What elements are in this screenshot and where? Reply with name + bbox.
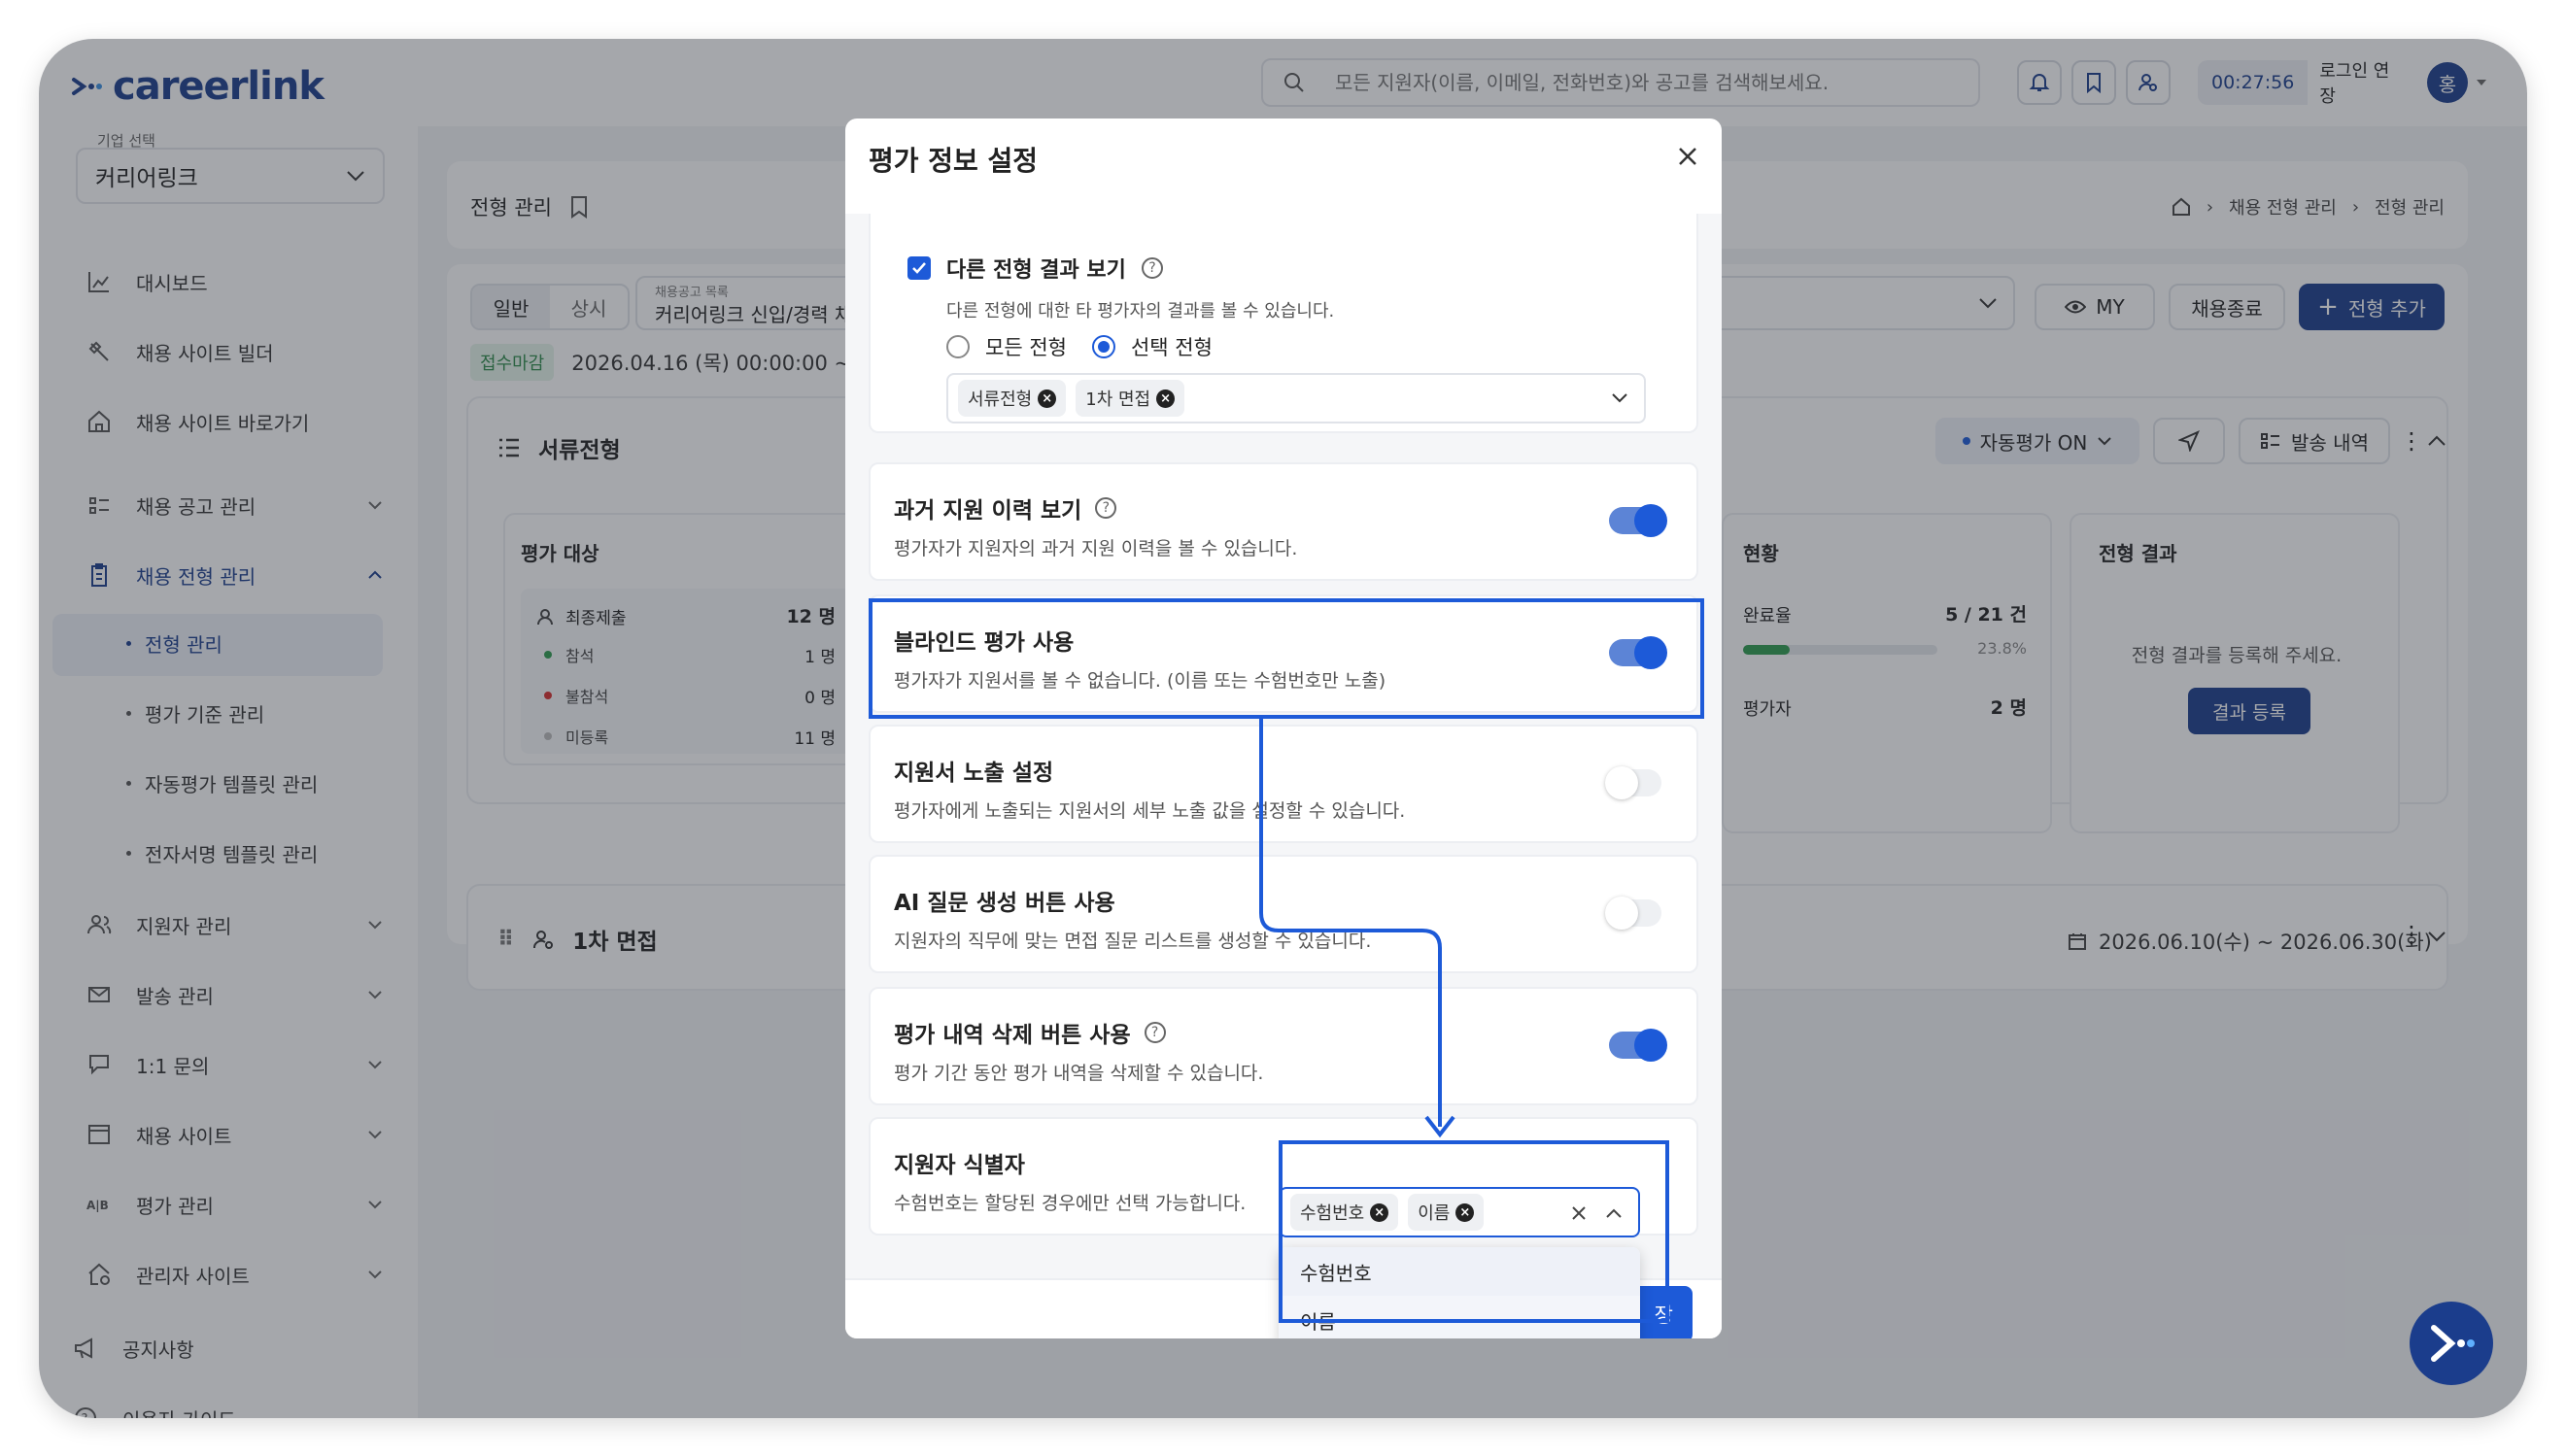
highlight-blind-eval (869, 598, 1704, 719)
past-history-toggle[interactable] (1609, 504, 1667, 537)
setting-title-text: 지원서 노출 설정 (894, 761, 1054, 786)
radio-all-label: 모든 전형 (985, 336, 1067, 359)
application-exposure-toggle[interactable] (1605, 766, 1661, 799)
other-results-desc: 다른 전형에 대한 타 평가자의 결과를 볼 수 있습니다. (946, 301, 1335, 322)
help-icon[interactable]: ? (1144, 1022, 1166, 1043)
app-window: careerlink 00:27:56 로그인 연장 홍 기업 선택 커리어링크 (39, 39, 2527, 1418)
chevron-logo-icon (2431, 1325, 2475, 1362)
setting-title-text: AI 질문 생성 버튼 사용 (894, 891, 1115, 916)
chip-remove-icon[interactable]: × (1038, 389, 1057, 408)
toggle-knob (1634, 1029, 1667, 1062)
other-results-title: 다른 전형 결과 보기 ? (907, 253, 1163, 284)
modal-title: 평가 정보 설정 (869, 145, 1039, 177)
setting-desc: 평가자가 지원자의 과거 지원 이력을 볼 수 있습니다. (894, 538, 1298, 559)
setting-title: 지원자 식별자 (894, 1146, 1025, 1179)
chip-remove-icon[interactable]: × (1156, 389, 1176, 408)
chip-label: 1차 면접 (1085, 389, 1151, 410)
ai-question-toggle[interactable] (1605, 897, 1661, 930)
radio-selected-label: 선택 전형 (1130, 336, 1213, 359)
toggle-knob (1634, 504, 1667, 537)
chevron-down-icon (1612, 393, 1627, 403)
setting-title: 과거 지원 이력 보기? (894, 491, 1117, 525)
highlight-identifier (1279, 1140, 1669, 1323)
help-icon[interactable]: ? (1095, 497, 1117, 519)
setting-past-history: 과거 지원 이력 보기? 평가자가 지원자의 과거 지원 이력을 볼 수 있습니… (869, 462, 1698, 581)
stage-chip: 서류전형 × (958, 380, 1067, 417)
other-results-radio-group: 모든 전형 선택 전형 (946, 332, 1213, 361)
chatbot-fab[interactable] (2410, 1302, 2493, 1385)
radio-dot (1097, 341, 1110, 353)
radio-all-stages[interactable] (946, 335, 970, 358)
toggle-knob (1605, 766, 1638, 799)
chip-label: 서류전형 (968, 389, 1033, 410)
help-icon[interactable]: ? (1141, 257, 1163, 279)
setting-title: 지원서 노출 설정 (894, 754, 1053, 787)
other-results-title-text: 다른 전형 결과 보기 (946, 258, 1126, 283)
setting-title-text: 평가 내역 삭제 버튼 사용 (894, 1023, 1131, 1048)
annotation-arrow (1259, 719, 1455, 1138)
check-icon (912, 262, 926, 274)
stage-multiselect[interactable]: 서류전형 × 1차 면접 × (946, 373, 1646, 423)
setting-desc: 수험번호는 할당된 경우에만 선택 가능합니다. (894, 1193, 1247, 1214)
setting-title-text: 과거 지원 이력 보기 (894, 498, 1082, 524)
setting-title: AI 질문 생성 버튼 사용 (894, 884, 1115, 917)
setting-title: 평가 내역 삭제 버튼 사용? (894, 1016, 1166, 1049)
close-icon[interactable] (1677, 146, 1698, 167)
setting-other-results: 다른 전형 결과 보기 ? 다른 전형에 대한 타 평가자의 결과를 볼 수 있… (869, 214, 1698, 433)
stage-chip: 1차 면접 × (1076, 380, 1185, 417)
delete-history-toggle[interactable] (1609, 1029, 1667, 1062)
radio-selected-stages[interactable] (1091, 335, 1115, 358)
setting-title-text: 지원자 식별자 (894, 1153, 1025, 1178)
other-results-checkbox[interactable] (907, 256, 931, 280)
toggle-knob (1605, 897, 1638, 930)
setting-desc: 평가 기간 동안 평가 내역을 삭제할 수 있습니다. (894, 1063, 1264, 1084)
